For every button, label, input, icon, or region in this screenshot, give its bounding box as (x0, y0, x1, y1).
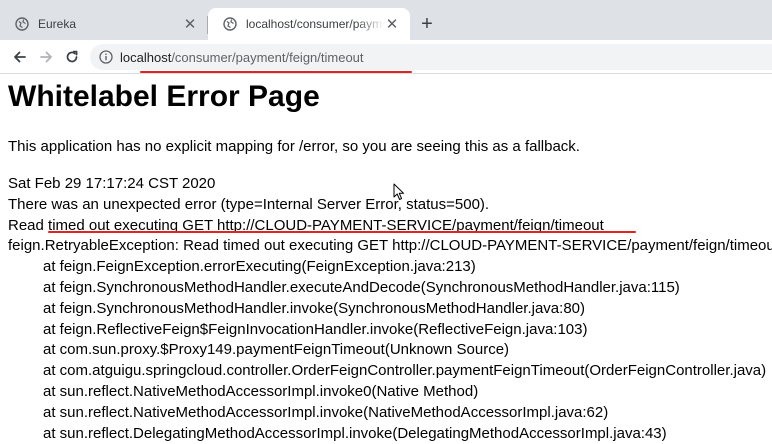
tab-title: localhost/consumer/payment/feign/timeout (246, 17, 384, 31)
reload-button[interactable] (60, 45, 84, 69)
address-bar[interactable]: localhost/consumer/payment/feign/timeout (90, 44, 772, 70)
globe-icon (222, 16, 238, 32)
error-read-timeout: Read timed out executing GET http://CLOU… (8, 216, 604, 234)
stack-frame: at com.sun.proxy.$Proxy149.paymentFeignT… (43, 341, 510, 359)
page-title: Whitelabel Error Page (8, 80, 320, 113)
tab-timeout[interactable]: localhost/consumer/payment/feign/timeout… (208, 8, 410, 40)
stack-frame: at com.atguigu.springcloud.controller.Or… (43, 362, 767, 380)
toolbar: localhost/consumer/payment/feign/timeout (0, 40, 772, 74)
stack-trace: at feign.FeignException.errorExecuting(F… (8, 257, 772, 444)
stack-frame: at feign.SynchronousMethodHandler.invoke… (43, 299, 585, 317)
red-underline-annotation (48, 231, 636, 233)
error-summary: There was an unexpected error (type=Inte… (8, 195, 490, 213)
error-timestamp: Sat Feb 29 17:17:24 CST 2020 (8, 175, 216, 192)
url-path: /consumer/payment/feign/timeout (171, 49, 364, 65)
stack-frame: at sun.reflect.NativeMethodAccessorImpl.… (43, 382, 479, 400)
exception-line: feign.RetryableException: Read timed out… (8, 237, 772, 255)
mouse-cursor-icon (393, 183, 405, 200)
info-icon[interactable] (98, 49, 114, 65)
forward-button[interactable] (34, 45, 58, 69)
back-button[interactable] (8, 45, 32, 69)
tab-strip: Eureka ✕ localhost/consumer/payment/feig… (0, 0, 772, 40)
error-details: Sat Feb 29 17:17:24 CST 2020 There was a… (8, 174, 772, 444)
close-icon[interactable]: ✕ (384, 16, 400, 33)
tab-title: Eureka (38, 17, 77, 31)
red-underline-annotation (140, 71, 412, 73)
stack-frame: at sun.reflect.DelegatingMethodAccessorI… (43, 424, 667, 442)
stack-frame: at feign.SynchronousMethodHandler.execut… (43, 278, 680, 296)
stack-frame: at sun.reflect.NativeMethodAccessorImpl.… (43, 403, 609, 421)
close-icon[interactable]: ✕ (182, 16, 198, 33)
url-text: localhost/consumer/payment/feign/timeout (120, 50, 364, 65)
stack-frame: at feign.ReflectiveFeign$FeignInvocation… (43, 320, 588, 338)
url-host: localhost (120, 49, 172, 65)
tab-eureka[interactable]: Eureka ✕ (0, 8, 208, 40)
new-tab-button[interactable]: + (416, 13, 438, 35)
reload-icon (66, 50, 78, 63)
globe-icon (14, 16, 30, 32)
fallback-message: This application has no explicit mapping… (8, 138, 580, 155)
stack-frame: at feign.FeignException.errorExecuting(F… (43, 258, 476, 276)
arrow-left-icon (14, 51, 26, 63)
arrow-right-icon (40, 51, 52, 63)
